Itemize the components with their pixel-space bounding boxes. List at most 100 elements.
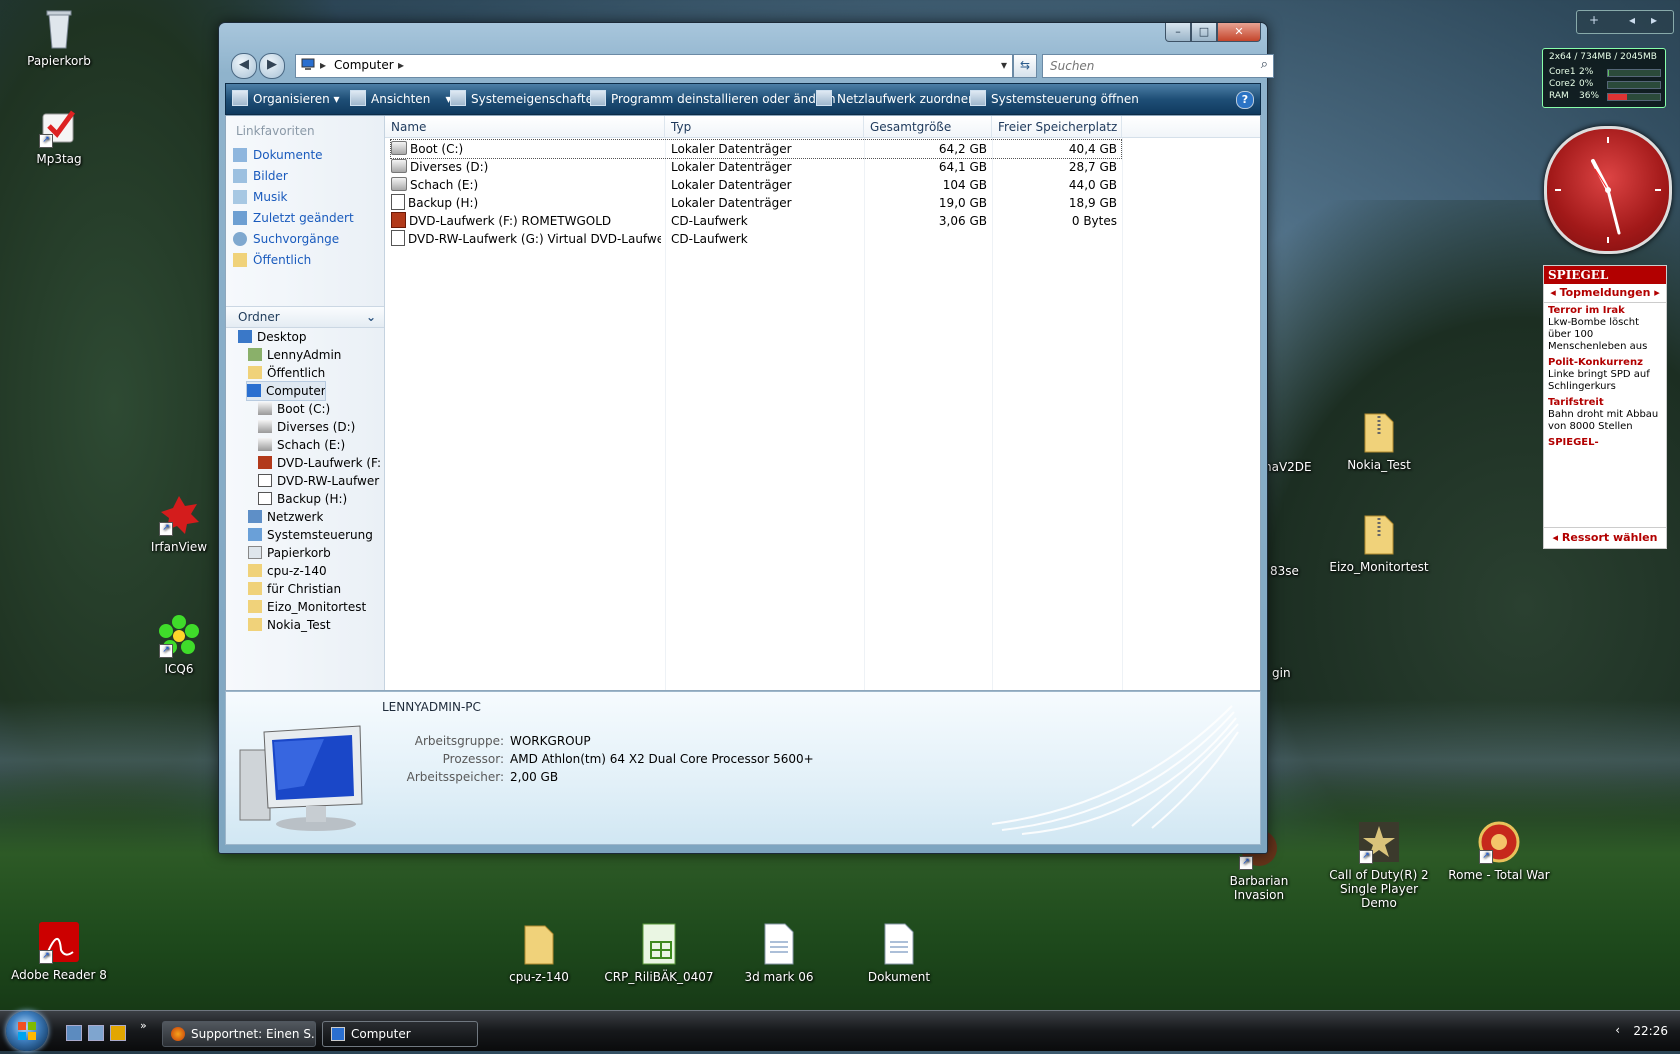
tree-item-desktop[interactable]: Desktop	[238, 328, 307, 346]
map-network-drive-button[interactable]: Netzlaufwerk zuordnen	[816, 84, 976, 114]
search-icon[interactable]: ⌕	[1261, 57, 1268, 72]
switch-windows-icon[interactable]	[88, 1025, 104, 1041]
column-header-name[interactable]: Name	[385, 116, 665, 138]
tree-item-eizo[interactable]: Eizo_Monitortest	[248, 598, 366, 616]
tree-item-drive-c[interactable]: Boot (C:)	[258, 400, 330, 418]
cpu-meter-title: 2x64 / 734MB / 2045MB	[1549, 52, 1657, 62]
drive-icon	[391, 177, 407, 191]
favorite-link-searches[interactable]: Suchvorgänge	[233, 230, 339, 248]
desktop-icon-call-of-duty-2[interactable]: ↗ Call of Duty(R) 2 Single Player Demo	[1324, 820, 1434, 910]
desktop-icon-adobe-reader[interactable]: ↗ Adobe Reader 8	[4, 920, 114, 982]
news-item[interactable]: Tarifstreit Bahn droht mit Abbau von 8000…	[1544, 395, 1666, 435]
organize-button[interactable]: Organisieren ▾	[232, 84, 340, 114]
column-header-total-size[interactable]: Gesamtgröße	[864, 116, 992, 138]
mp3tag-icon: ↗	[37, 104, 81, 148]
desktop-icon-partial-label[interactable]: 83se	[1270, 564, 1320, 578]
desktop-icon-rome-total-war[interactable]: ↗ Rome - Total War	[1444, 820, 1554, 882]
tray-clock[interactable]: 22:26	[1633, 1024, 1668, 1038]
back-button[interactable]: ◀	[231, 53, 257, 79]
favorite-link-public[interactable]: Öffentlich	[233, 251, 311, 269]
tree-item-fur-christian[interactable]: für Christian	[248, 580, 341, 598]
tree-item-drive-h[interactable]: Backup (H:)	[258, 490, 347, 508]
tree-item-user[interactable]: LennyAdmin	[248, 346, 341, 364]
next-icon[interactable]: ▸	[1651, 13, 1657, 27]
address-bar[interactable]: ▸ Computer ▸ ▾	[295, 54, 1013, 78]
tree-item-public[interactable]: Öffentlich	[248, 364, 325, 382]
desktop-icon-recycle-bin[interactable]: Papierkorb	[4, 6, 114, 68]
drive-row[interactable]: Schach (E:) Lokaler Datenträger 104 GB 4…	[391, 176, 1121, 194]
drive-row[interactable]: DVD-RW-Laufwerk (G:) Virtual DVD-Laufwer…	[391, 230, 1121, 248]
column-header-free-space[interactable]: Freier Speicherplatz	[992, 116, 1122, 138]
sidebar-controls[interactable]: + ◂ ▸	[1576, 10, 1674, 34]
address-location[interactable]: Computer	[334, 58, 394, 72]
forward-button[interactable]: ▶	[259, 53, 285, 79]
address-history-dropdown[interactable]: ▾	[1001, 58, 1007, 72]
tree-item-drive-e[interactable]: Schach (E:)	[258, 436, 345, 454]
tree-item-nokia[interactable]: Nokia_Test	[248, 616, 331, 634]
desktop-icon-cpu-z-folder[interactable]: cpu-z-140	[484, 922, 594, 984]
address-root-arrow[interactable]: ▸	[320, 58, 326, 72]
ram-value: 36%	[1579, 91, 1600, 101]
drive-row[interactable]: Diverses (D:) Lokaler Datenträger 64,1 G…	[391, 158, 1121, 176]
folders-header[interactable]: Ordner ⌄	[226, 306, 384, 328]
desktop-icon-partial-label[interactable]: naV2DE	[1264, 460, 1324, 474]
start-button[interactable]	[6, 1011, 48, 1051]
clock-face-icon	[1555, 137, 1661, 243]
news-item[interactable]: Terror im Irak Lkw-Bombe löscht über 100 …	[1544, 303, 1666, 355]
previous-icon[interactable]: ◂	[1629, 13, 1635, 27]
clock-gadget[interactable]	[1544, 126, 1672, 254]
system-properties-button[interactable]: Systemeigenschaften	[450, 84, 601, 114]
choose-section-button[interactable]: ◂ Ressort wählen	[1544, 527, 1666, 548]
favorite-link-recent[interactable]: Zuletzt geändert	[233, 209, 354, 227]
help-button[interactable]: ?	[1236, 91, 1254, 109]
desktop-icon-crp-rilibak[interactable]: CRP_RiliBÄK_0407	[604, 922, 714, 984]
favorite-link-documents[interactable]: Dokumente	[233, 146, 323, 164]
add-gadget-icon[interactable]: +	[1589, 13, 1599, 27]
refresh-button[interactable]: ⇆	[1013, 54, 1037, 78]
maximize-button[interactable]: □	[1191, 23, 1217, 42]
search-box[interactable]: ⌕	[1042, 54, 1274, 78]
open-control-panel-button[interactable]: Systemsteuerung öffnen	[970, 84, 1139, 114]
drive-row[interactable]: DVD-Laufwerk (F:) ROMETWGOLD CD-Laufwerk…	[391, 212, 1121, 230]
tree-item-cpu-z[interactable]: cpu-z-140	[248, 562, 327, 580]
icq-flower-icon: ↗	[157, 614, 201, 658]
tree-item-dvd-f[interactable]: DVD-Laufwerk (F:)	[258, 454, 382, 472]
spiegel-logo: SPIEGEL ONLINE	[1544, 266, 1666, 300]
tray-expand-icon[interactable]: ‹	[1615, 1023, 1620, 1037]
desktop-icon-dokument[interactable]: Dokument	[844, 922, 954, 984]
tree-item-computer[interactable]: Computer	[246, 381, 326, 401]
news-item[interactable]: SPIEGEL-	[1544, 435, 1666, 451]
favorite-link-music[interactable]: Musik	[233, 188, 288, 206]
media-player-icon[interactable]	[110, 1025, 126, 1041]
favorite-link-pictures[interactable]: Bilder	[233, 167, 288, 185]
folder-icon	[233, 253, 247, 267]
tree-item-network[interactable]: Netzwerk	[248, 508, 323, 526]
desktop-icon-mp3tag[interactable]: ↗ Mp3tag	[4, 104, 114, 166]
desktop-icon-3dmark06[interactable]: 3d mark 06	[724, 922, 834, 984]
desktop-icon-eizo-monitortest[interactable]: Eizo_Monitortest	[1324, 512, 1434, 574]
drive-row[interactable]: Boot (C:) Lokaler Datenträger 64,2 GB 40…	[390, 139, 1122, 159]
views-button[interactable]: Ansichten ▾	[350, 84, 452, 114]
tree-item-recycle-bin[interactable]: Papierkorb	[248, 544, 331, 562]
taskbar-button-firefox[interactable]: Supportnet: Einen S...	[162, 1021, 316, 1047]
cpu-meter-gadget[interactable]: 2x64 / 734MB / 2045MB Core1 2% Core2 0% …	[1542, 48, 1666, 108]
uninstall-program-button[interactable]: Programm deinstallieren oder ändern	[590, 84, 836, 114]
drive-row[interactable]: Backup (H:) Lokaler Datenträger 19,0 GB …	[391, 194, 1121, 212]
section-selector[interactable]: ◂ Topmeldungen ▸	[1544, 284, 1666, 303]
taskbar-button-computer[interactable]: Computer	[322, 1021, 478, 1047]
search-input[interactable]	[1048, 56, 1242, 76]
windows-logo-icon	[18, 1022, 36, 1040]
address-trail-arrow[interactable]: ▸	[398, 58, 404, 72]
show-desktop-icon[interactable]	[66, 1025, 82, 1041]
tree-item-drive-d[interactable]: Diverses (D:)	[258, 418, 355, 436]
tree-item-control-panel[interactable]: Systemsteuerung	[248, 526, 373, 544]
tree-item-dvd-rw-g[interactable]: DVD-RW-Laufwer	[258, 472, 382, 490]
quicklaunch-overflow-icon[interactable]: »	[140, 1019, 147, 1032]
minimize-button[interactable]: –	[1165, 23, 1191, 42]
column-header-type[interactable]: Typ	[665, 116, 864, 138]
desktop-icon-partial-label[interactable]: gin	[1272, 666, 1312, 680]
dvd-icon	[391, 212, 406, 228]
news-item[interactable]: Polit-Konkurrenz Linke bringt SPD auf Sch…	[1544, 355, 1666, 395]
close-button[interactable]: ✕	[1217, 23, 1261, 42]
desktop-icon-nokia-test[interactable]: Nokia_Test	[1324, 410, 1434, 472]
